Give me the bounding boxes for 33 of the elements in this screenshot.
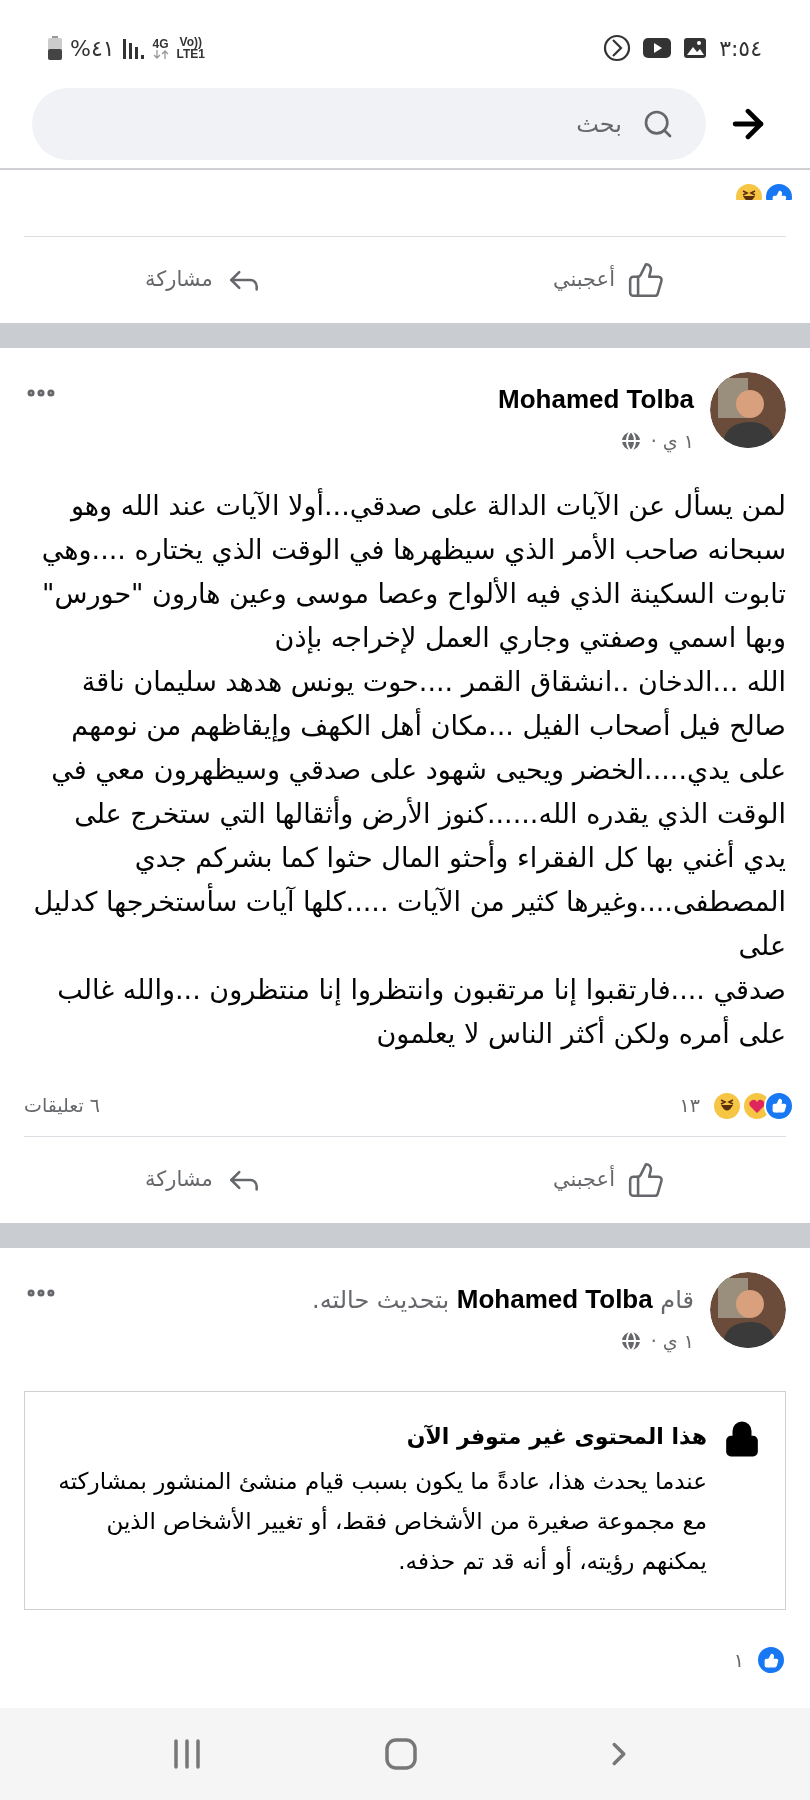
video-play-icon xyxy=(643,37,672,59)
data-arrows-icon xyxy=(152,49,169,59)
lte-label: LTE1 xyxy=(176,48,205,60)
post-time[interactable]: ١ ي · xyxy=(650,427,694,456)
recents-nav-icon[interactable] xyxy=(171,1739,202,1769)
like-button[interactable]: أعجبني xyxy=(552,1160,665,1199)
thumbs-up-icon xyxy=(627,1160,665,1199)
home-nav-icon[interactable] xyxy=(385,1738,417,1770)
reaction-count[interactable]: ١٣ xyxy=(679,1091,700,1120)
search-field[interactable]: بحث xyxy=(32,88,706,160)
avatar[interactable] xyxy=(710,1271,786,1348)
reaction-count[interactable]: ١ xyxy=(733,1645,744,1675)
comment-count[interactable]: ٦ تعليقات xyxy=(24,1091,101,1120)
share-button[interactable]: مشاركة xyxy=(145,1160,263,1199)
signal-icon xyxy=(122,37,145,59)
share-button[interactable]: مشاركة xyxy=(145,261,263,299)
battery-icon xyxy=(48,36,62,60)
network-type: 4G xyxy=(152,37,169,50)
search-icon xyxy=(642,108,674,140)
clock: ٣:٥٤ xyxy=(719,34,762,63)
notice-title: هذا المحتوى غير متوفر الآن xyxy=(405,1423,707,1452)
author-name[interactable]: Mohamed Tolba xyxy=(74,380,694,419)
volte-label: Vo)) xyxy=(179,36,202,48)
post-text: لمن يسأل عن الآيات الدالة على صدقي...أولا الآيات عند الله وهو سبحانه صاحب الأمر الذي سيظهرها في الوقت الذي يختاره ....وهي تابوت السكينة الذي فيه الألواح وعصا موسى وعين هارون "حورس" وبها اسمي وصفتي وجاري العمل لإخراجه بإذن الله ...الدخان ..انشقاق القمر ....حوت يونس هدهد سليمان ناقة صالح فيل أصحاب الفيل ...مكان أهل الكهف وإيقاظهم من نومهم على يدي.....الخضر ويحيى شهود على صدقي وسيظهرون معي في الوقت الذي يقدره الله......كنوز الأرض وأثقالها التي ستخرج على يدي أغني بها كل الفقراء وأحثو المال حثوا كما بشركم جدي المصطفى....وغيرها كثير من الآيات .....كلها آيات سأستخرجها كدليل على صدقي ....فارتقبوا إنا مرتقبون وانتظروا إنا منتظرون ...والله غالب على أمره ولكن أكثر الناس لا يعلمون xyxy=(32,486,787,1052)
gallery-icon xyxy=(683,37,708,59)
circle-play-icon xyxy=(603,34,632,62)
battery-level: %٤١ xyxy=(70,34,115,63)
post-time[interactable]: ١ ي · xyxy=(650,1326,694,1355)
avatar[interactable] xyxy=(710,372,786,448)
thumbs-up-icon xyxy=(627,261,665,299)
like-button[interactable]: أعجبني xyxy=(552,261,665,299)
notice-body: عندما يحدث هذا، عادةً ما يكون بسبب قيام منشئ المنشور بمشاركته مع مجموعة صغيرة من الأشخاص فقط، أو تغيير الأشخاص الذين يمكنهم رؤيته، أو أنه قد تم حذفه. xyxy=(57,1467,707,1577)
lock-icon xyxy=(723,1420,761,1458)
